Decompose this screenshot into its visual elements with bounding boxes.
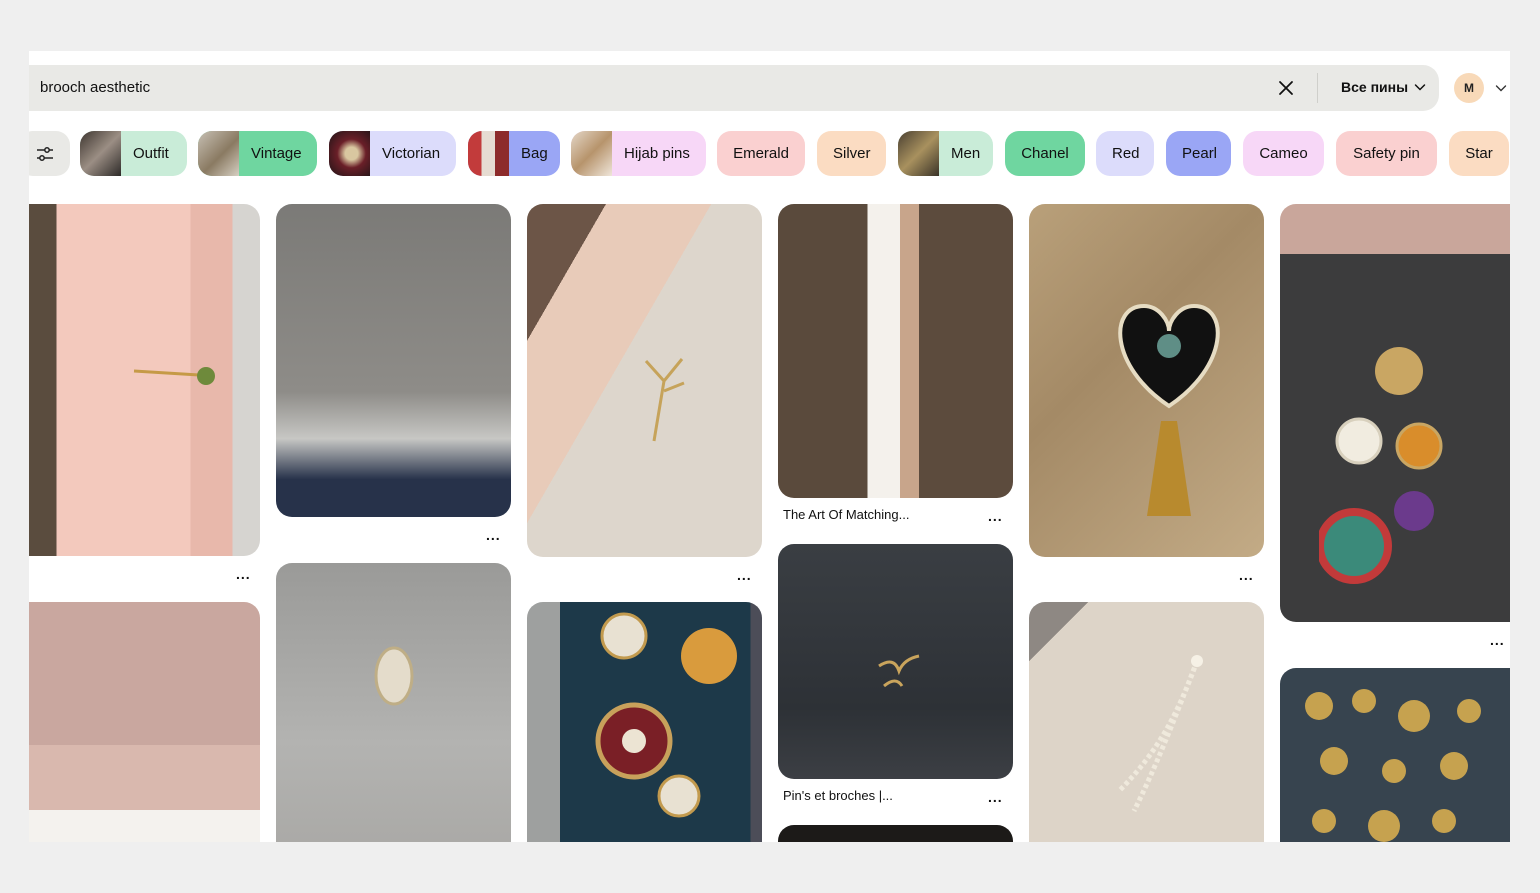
chip-label: Safety pin [1353, 145, 1420, 162]
brooch-illustration [133, 367, 215, 385]
pin-scope-dropdown[interactable]: Все пины [1341, 79, 1426, 95]
chip-red[interactable]: Red [1096, 131, 1154, 176]
avatar[interactable]: M [1454, 73, 1484, 103]
chip-hijab-pins[interactable]: Hijab pins [571, 131, 706, 176]
pin-options-button[interactable]: ... [737, 567, 752, 583]
pin-options-button[interactable]: ... [988, 789, 1003, 805]
brooch-illustration [374, 646, 414, 706]
chip-label: Cameo [1259, 145, 1308, 162]
chip-chanel[interactable]: Chanel [1005, 131, 1085, 176]
pin-options-button[interactable]: ... [988, 508, 1003, 524]
search-results-page: brooch aesthetic Все пины M Outfit Vinta… [29, 51, 1510, 842]
chip-silver[interactable]: Silver [817, 131, 886, 176]
brooch-illustration [878, 654, 920, 688]
chevron-down-icon [1414, 84, 1426, 91]
brooch-illustration [1319, 347, 1443, 584]
pin-image[interactable] [276, 204, 511, 517]
chip-pearl[interactable]: Pearl [1166, 131, 1231, 176]
chip-thumbnail [468, 131, 509, 176]
pin-image[interactable] [778, 204, 1013, 498]
pin-image[interactable] [778, 825, 1013, 842]
brooch-illustration [595, 612, 737, 818]
brooch-illustration [1117, 655, 1203, 813]
chip-star[interactable]: Star [1449, 131, 1509, 176]
chip-cameo[interactable]: Cameo [1243, 131, 1324, 176]
chip-safety-pin[interactable]: Safety pin [1336, 131, 1437, 176]
chip-bag[interactable]: Bag [468, 131, 560, 176]
pin-options-button[interactable]: ... [236, 566, 251, 582]
chip-thumbnail [198, 131, 239, 176]
divider [1317, 73, 1318, 103]
chip-thumbnail [80, 131, 121, 176]
brooch-illustration [644, 358, 685, 442]
chip-label: Vintage [251, 145, 302, 162]
chip-thumbnail [329, 131, 370, 176]
pin-caption[interactable]: Pin's et broches |... [783, 788, 893, 803]
chip-label: Men [951, 145, 981, 162]
filter-button[interactable] [29, 131, 70, 176]
pin-options-button[interactable]: ... [1490, 632, 1505, 648]
brooch-illustration [1305, 689, 1481, 842]
chip-label: Star [1465, 145, 1493, 162]
chip-thumbnail [571, 131, 612, 176]
chip-victorian[interactable]: Victorian [329, 131, 456, 176]
search-bar[interactable]: brooch aesthetic Все пины [29, 65, 1439, 111]
chip-label: Outfit [133, 145, 169, 162]
chip-label: Silver [833, 145, 871, 162]
chip-vintage[interactable]: Vintage [198, 131, 317, 176]
search-input[interactable]: brooch aesthetic [40, 79, 150, 96]
chip-label: Pearl [1182, 145, 1218, 162]
filter-icon [36, 146, 53, 161]
chip-label: Chanel [1021, 145, 1069, 162]
pin-options-button[interactable]: ... [1239, 567, 1254, 583]
chip-label: Red [1112, 145, 1140, 162]
chip-label: Victorian [382, 145, 441, 162]
chip-label: Hijab pins [624, 145, 690, 162]
pin-image[interactable] [29, 602, 260, 842]
chip-label: Bag [521, 145, 548, 162]
close-icon[interactable] [1277, 79, 1295, 97]
chip-outfit[interactable]: Outfit [80, 131, 187, 176]
brooch-illustration [1118, 303, 1220, 516]
related-search-chips: Outfit Vintage Victorian Bag Hijab pins … [29, 131, 1510, 176]
pin-caption[interactable]: The Art Of Matching... [783, 507, 909, 522]
pin-options-button[interactable]: ... [486, 527, 501, 543]
chevron-down-icon[interactable] [1495, 82, 1507, 94]
chip-men[interactable]: Men [898, 131, 993, 176]
chip-thumbnail [898, 131, 939, 176]
chip-emerald[interactable]: Emerald [717, 131, 805, 176]
pin-scope-label: Все пины [1341, 79, 1409, 95]
chip-label: Emerald [733, 145, 789, 162]
